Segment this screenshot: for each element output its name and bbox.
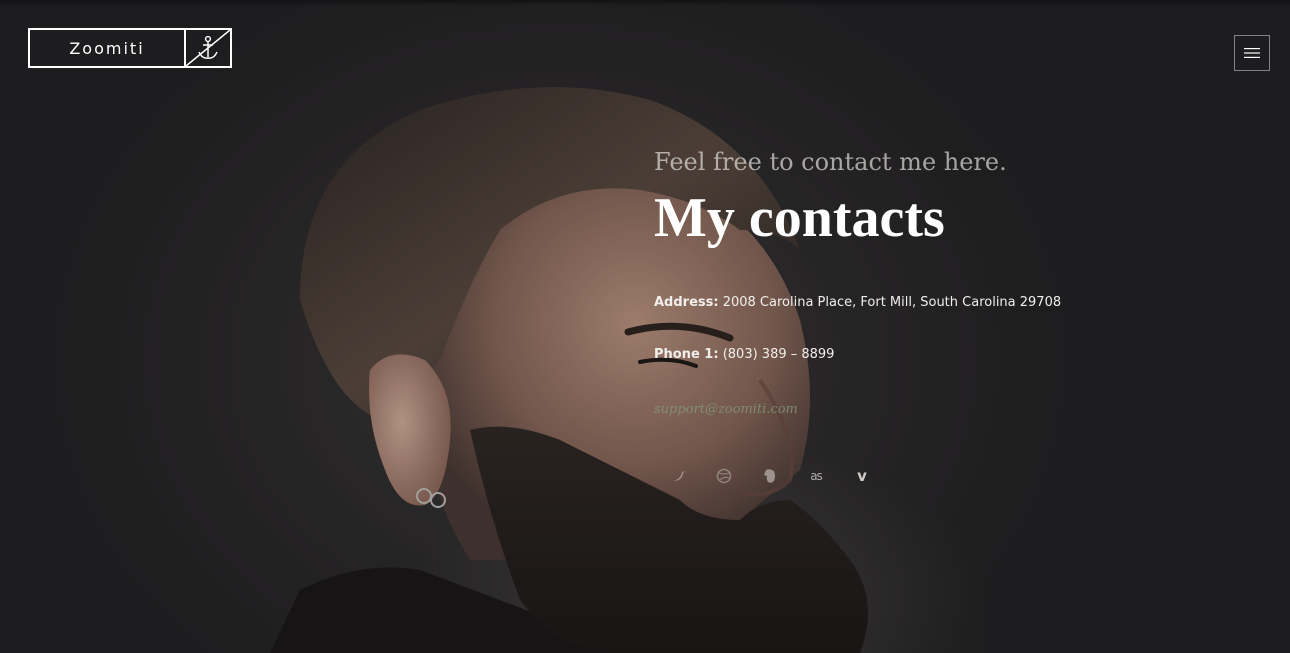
- hamburger-icon: [1244, 48, 1260, 58]
- hero-photo: [0, 0, 1290, 653]
- phone-label: Phone 1:: [654, 347, 719, 362]
- page: Zoomiti Feel free to contact me here. My…: [0, 0, 1290, 653]
- phone-value: (803) 389 – 8899: [722, 347, 835, 362]
- social-links: as v: [668, 466, 872, 486]
- phone-line: Phone 1: (803) 389 – 8899: [654, 347, 834, 362]
- dribbble-icon[interactable]: [714, 466, 734, 486]
- logo-text: Zoomiti: [30, 30, 186, 66]
- lastfm-glyph: as: [810, 469, 823, 483]
- menu-button[interactable]: [1234, 35, 1270, 71]
- contact-subtitle: Feel free to contact me here.: [654, 148, 1007, 176]
- twitter-icon[interactable]: [668, 466, 688, 486]
- site-logo[interactable]: Zoomiti: [28, 28, 232, 68]
- page-title: My contacts: [654, 187, 945, 249]
- top-shade: [0, 0, 1290, 6]
- address-line: Address: 2008 Carolina Place, Fort Mill,…: [654, 295, 1061, 310]
- vimeo-glyph: v: [857, 467, 867, 485]
- address-label: Address:: [654, 295, 719, 310]
- email-link[interactable]: support@zoomiti.com: [654, 402, 798, 417]
- anchor-icon: [186, 30, 230, 66]
- contact-section: Feel free to contact me here. My contact…: [654, 140, 1214, 485]
- evernote-icon[interactable]: [760, 466, 780, 486]
- lastfm-icon[interactable]: as: [806, 466, 826, 486]
- vimeo-icon[interactable]: v: [852, 466, 872, 486]
- address-value: 2008 Carolina Place, Fort Mill, South Ca…: [722, 295, 1062, 310]
